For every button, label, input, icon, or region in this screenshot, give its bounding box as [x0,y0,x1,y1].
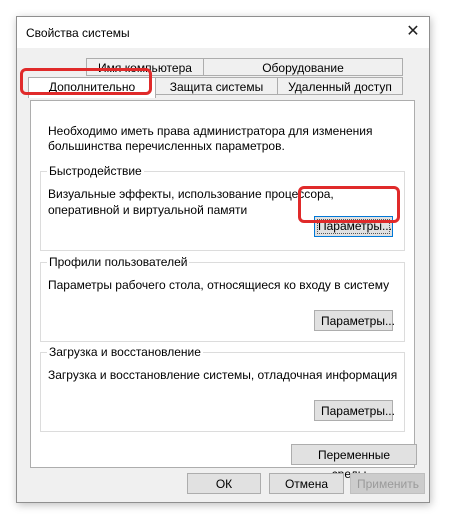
tab-remote-access[interactable]: Удаленный доступ [277,77,403,95]
tab-computer-name[interactable]: Имя компьютера [86,58,204,76]
apply-button[interactable]: Применить [350,473,425,494]
title-bar[interactable]: Свойства системы ✕ [17,17,429,48]
user-profiles-title: Профили пользователей [47,255,190,269]
user-profiles-settings-button[interactable]: Параметры... [314,310,395,331]
performance-settings-label: Параметры... [317,219,392,234]
startup-recovery-title: Загрузка и восстановление [47,345,203,359]
performance-group: Быстродействие Визуальные эффекты, испол… [40,164,405,251]
performance-settings-button[interactable]: Параметры... [314,216,393,237]
performance-title: Быстродействие [47,164,144,178]
window-title: Свойства системы [26,26,130,40]
tab-advanced[interactable]: Дополнительно [28,77,156,98]
admin-note: Необходимо иметь права администратора дл… [48,124,373,153]
startup-recovery-group: Загрузка и восстановление Загрузка и вос… [40,345,405,432]
advanced-tab-panel: Необходимо иметь права администратора дл… [30,100,417,481]
tab-hardware[interactable]: Оборудование [203,58,403,76]
cancel-button[interactable]: Отмена [269,473,344,494]
ok-button[interactable]: ОК [187,473,261,494]
environment-variables-button[interactable]: Переменные среды... [291,444,417,481]
system-properties-window: Свойства системы ✕ Имя компьютера Оборуд… [16,16,430,503]
close-icon[interactable]: ✕ [401,21,425,43]
startup-recovery-settings-button[interactable]: Параметры... [314,400,395,421]
user-profiles-group: Профили пользователей Параметры рабочего… [40,255,405,342]
user-profiles-description: Параметры рабочего стола, относящиеся ко… [48,278,390,292]
performance-description: Визуальные эффекты, использование процес… [48,187,334,217]
startup-recovery-description: Загрузка и восстановление системы, отлад… [48,368,398,382]
tab-system-protection[interactable]: Защита системы [155,77,278,95]
